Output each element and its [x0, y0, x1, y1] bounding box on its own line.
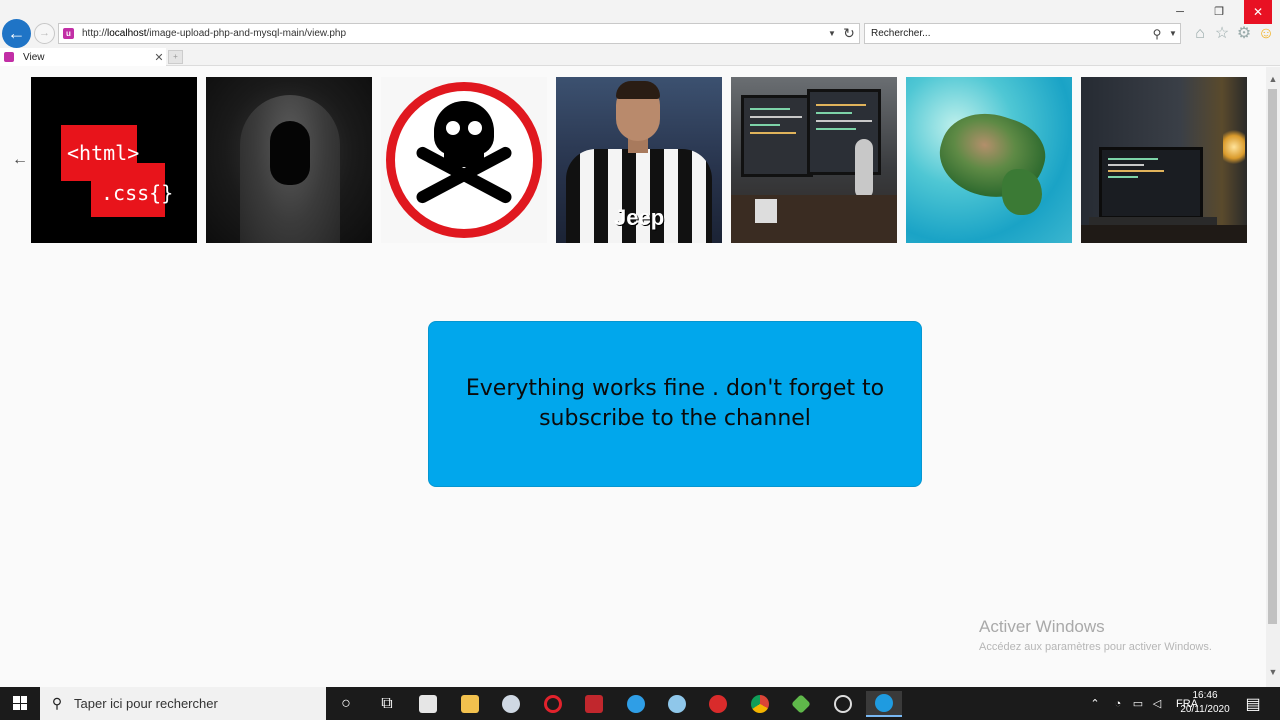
file-explorer-icon[interactable] — [452, 691, 488, 717]
tab-view[interactable]: View ✕ — [0, 48, 166, 66]
minimize-button[interactable]: ─ — [1160, 0, 1200, 24]
battery-icon[interactable]: ▭ — [1128, 697, 1148, 710]
taskbar-search-icon: ⚲ — [51, 695, 63, 711]
tab-close-icon[interactable]: ✕ — [152, 51, 166, 64]
task-view-icon[interactable]: ⧉ — [369, 691, 405, 717]
notifications-icon[interactable]: ▤ — [1238, 691, 1268, 717]
vertical-scrollbar[interactable]: ▲ ▼ — [1266, 67, 1280, 687]
laptop-image[interactable] — [1081, 77, 1247, 243]
app-icon-3[interactable] — [783, 691, 819, 717]
favorites-star-icon[interactable]: ☆ — [1212, 24, 1232, 44]
scroll-thumb[interactable] — [1268, 89, 1277, 624]
settings-gear-icon[interactable]: ⚙ — [1234, 24, 1254, 44]
system-clock[interactable]: 16:46 20/11/2020 — [1176, 689, 1234, 717]
opera-icon[interactable] — [535, 691, 571, 717]
scroll-up-icon[interactable]: ▲ — [1266, 72, 1280, 86]
tab-favicon-icon — [4, 52, 14, 62]
show-hidden-icons-icon[interactable]: ⌃ — [1088, 697, 1102, 710]
search-icon[interactable]: ⚲ — [1148, 27, 1166, 41]
site-favicon-icon: u — [63, 28, 74, 39]
html-tag-text: <html> — [67, 141, 140, 165]
taskbar-search-input[interactable] — [74, 696, 326, 711]
back-button[interactable]: ← — [2, 19, 31, 48]
search-input[interactable] — [865, 28, 1148, 39]
refresh-icon[interactable]: ↻ — [839, 25, 859, 42]
app-icon-4[interactable] — [825, 691, 861, 717]
tab-label: View — [23, 51, 45, 63]
network-icon[interactable]: ◔ — [1108, 698, 1128, 710]
footballer-image[interactable]: Jeep — [556, 77, 722, 243]
clock-time: 16:46 — [1192, 690, 1218, 701]
page-content: ← <html> .css{} Jeep Everything works fi… — [0, 67, 1264, 687]
desk-setup-image[interactable] — [731, 77, 897, 243]
smiley-feedback-icon[interactable]: ☺ — [1256, 24, 1276, 44]
hooded-figure-image[interactable] — [206, 77, 372, 243]
cortana-icon[interactable]: ○ — [328, 691, 364, 717]
island-image[interactable] — [906, 77, 1072, 243]
activate-windows-title: Activer Windows — [979, 617, 1105, 636]
close-button[interactable]: ✕ — [1244, 0, 1272, 24]
clock-date: 20/11/2020 — [1180, 704, 1230, 715]
url-host: localhost — [107, 28, 147, 39]
address-url[interactable]: http://localhost/image-upload-php-and-my… — [82, 28, 825, 39]
edge-icon[interactable] — [618, 691, 654, 717]
search-box[interactable]: ⚲ ▼ — [864, 23, 1181, 44]
restore-button[interactable]: ❐ — [1199, 0, 1239, 24]
success-message-text: Everything works fine . don't forget to … — [465, 376, 885, 431]
jersey-sponsor-text: Jeep — [614, 205, 665, 230]
activate-windows-watermark: Activer Windows Accédez aux paramètres p… — [979, 617, 1212, 653]
html-css-image[interactable]: <html> .css{} — [31, 77, 197, 243]
chrome-icon[interactable] — [742, 691, 778, 717]
windows-logo-icon — [13, 696, 27, 710]
forward-button[interactable]: → — [34, 23, 55, 44]
browser-toolbar: ← → u http://localhost/image-upload-php-… — [0, 0, 1280, 48]
address-dropdown-icon[interactable]: ▼ — [825, 29, 839, 38]
windows-taskbar: ⚲ ○ ⧉ ⌃ ◔ ▭ ◁ FRA 16:46 20/11/2020 ▤ — [0, 687, 1280, 720]
tab-strip: View ✕ + — [0, 48, 1280, 66]
activate-windows-subtitle: Accédez aux paramètres pour activer Wind… — [979, 641, 1212, 653]
taskbar-search[interactable]: ⚲ — [40, 687, 326, 720]
scroll-down-icon[interactable]: ▼ — [1266, 665, 1280, 679]
onedrive-icon[interactable] — [659, 691, 695, 717]
search-dropdown-icon[interactable]: ▼ — [1166, 29, 1180, 38]
store-icon[interactable] — [410, 691, 446, 717]
internet-explorer-icon[interactable] — [866, 691, 902, 717]
app-icon-2[interactable] — [700, 691, 736, 717]
filezilla-icon[interactable] — [576, 691, 612, 717]
address-bar[interactable]: u http://localhost/image-upload-php-and-… — [58, 23, 860, 44]
app-icon[interactable] — [493, 691, 529, 717]
success-message-box: Everything works fine . don't forget to … — [428, 321, 922, 487]
url-prefix: http:// — [82, 28, 108, 39]
skull-sign-image[interactable] — [381, 77, 547, 243]
home-icon[interactable]: ⌂ — [1190, 24, 1210, 44]
css-tag-text: .css{} — [101, 181, 174, 205]
new-tab-button[interactable]: + — [168, 50, 183, 64]
volume-icon[interactable]: ◁ — [1148, 697, 1166, 710]
start-button[interactable] — [0, 687, 40, 720]
url-path: /image-upload-php-and-mysql-main/view.ph… — [146, 28, 347, 39]
back-arrow-icon[interactable]: ← — [12, 151, 28, 169]
